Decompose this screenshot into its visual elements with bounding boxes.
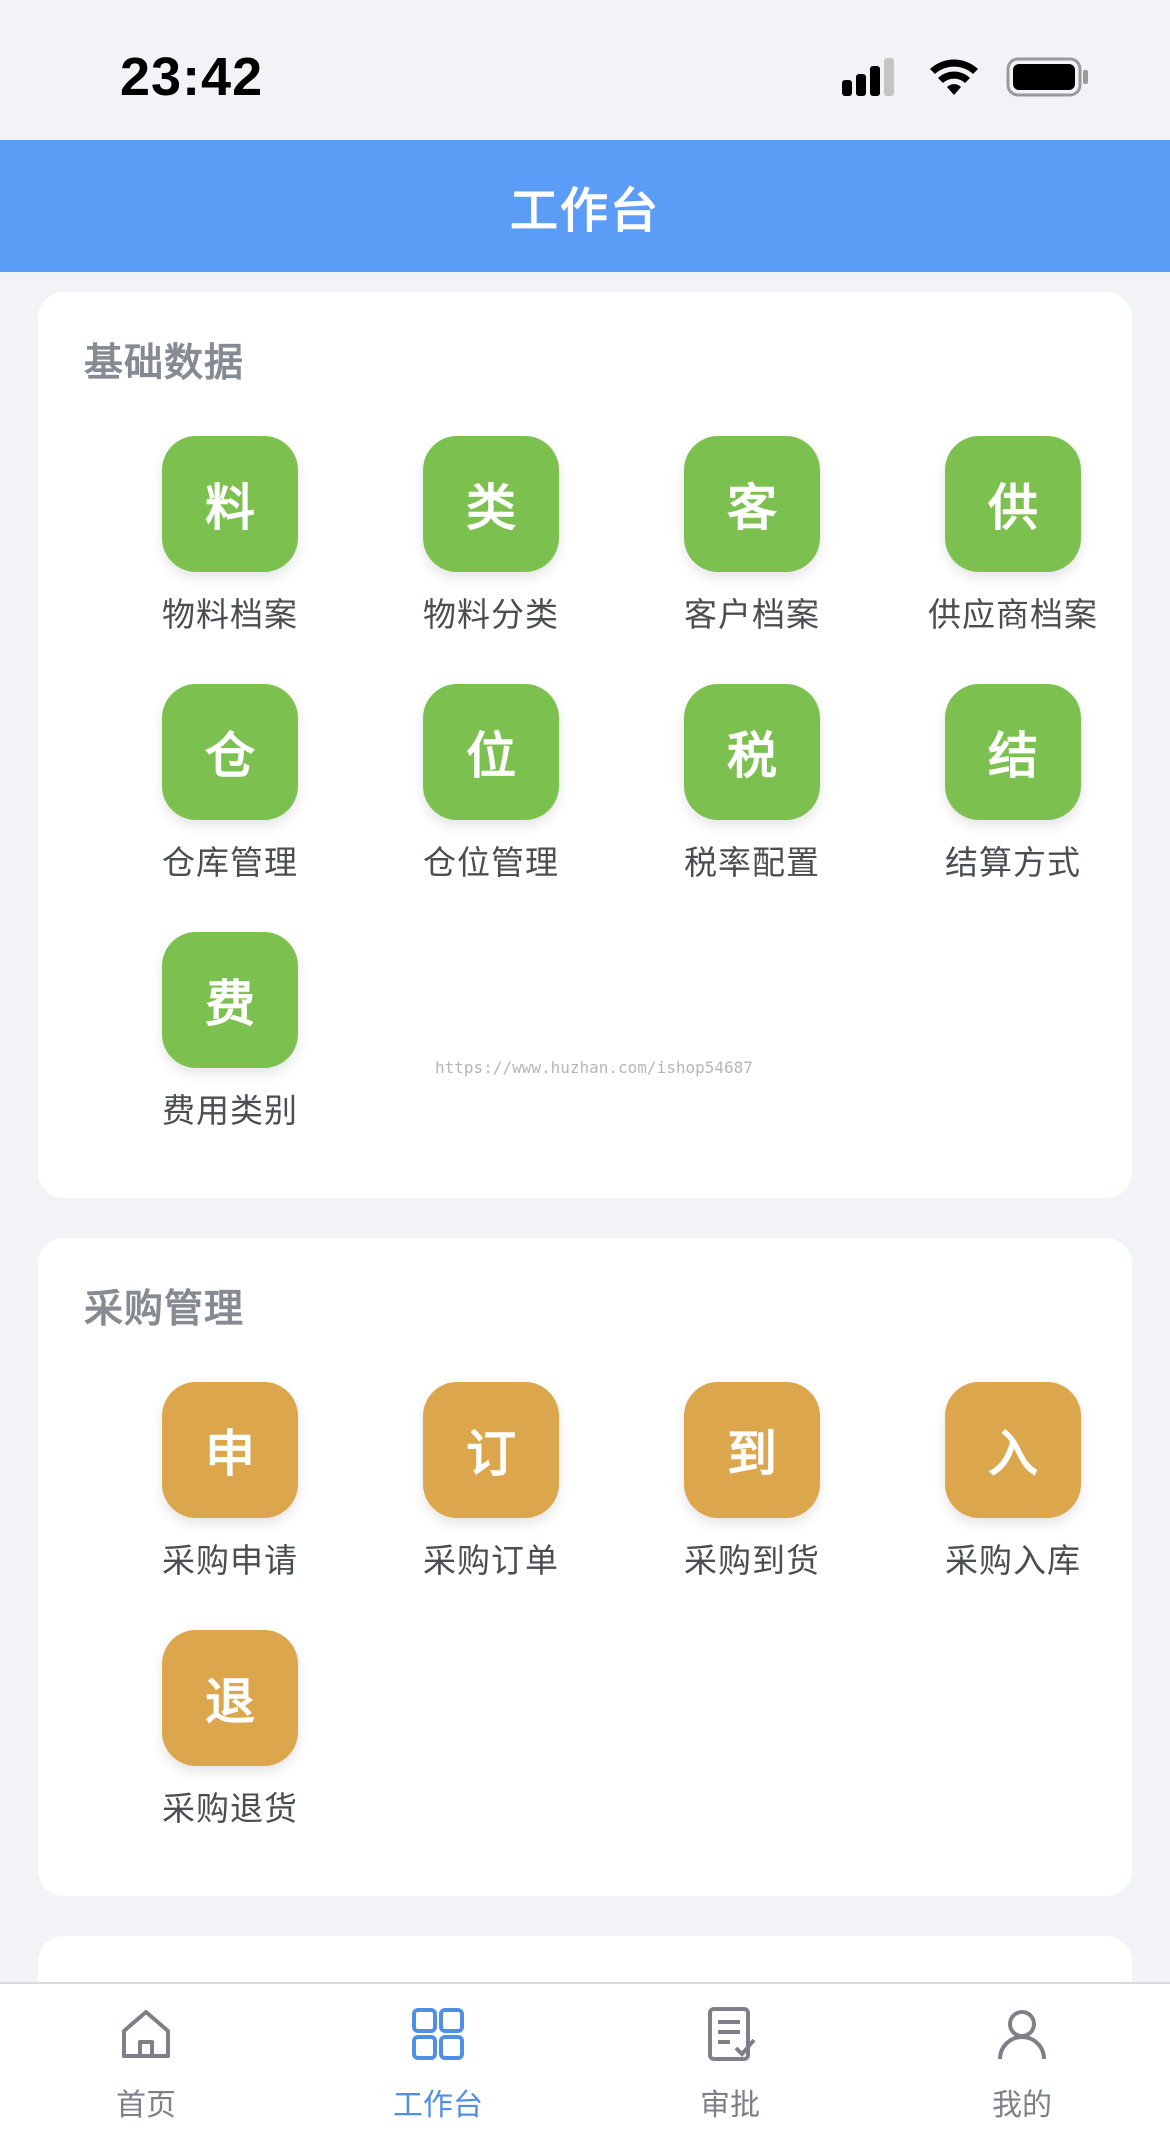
section-title: 采购管理 [84,1287,245,1332]
tab-label: 审批 [700,2088,760,2123]
grid-item-material-category[interactable]: 类 物料分类 [361,436,621,656]
tab-workbench[interactable]: 工作台 [292,1984,584,2134]
user-icon [998,2010,1046,2060]
approval-icon [708,2007,756,2061]
grid-item-purchase-order[interactable]: 订 采购订单 [361,1382,621,1602]
grid-item-supplier-file[interactable]: 供 供应商档案 [883,436,1143,656]
tab-mine[interactable]: 我的 [876,1984,1168,2134]
purchase-inbound-icon: 入 [945,1382,1081,1518]
grid-icon [412,2008,464,2060]
grid-item-purchase-request[interactable]: 申 采购申请 [100,1382,360,1602]
purchase-arrival-icon: 到 [684,1382,820,1518]
purchase-request-icon: 申 [162,1382,298,1518]
tax-rate-config-icon: 税 [684,684,820,820]
tab-label: 首页 [116,2088,176,2123]
material-file-icon: 料 [162,436,298,572]
settlement-method-icon: 结 [945,684,1081,820]
section-title: 基础数据 [84,341,245,386]
grid-item-label: 客户档案 [684,595,820,634]
grid-item-settlement-method[interactable]: 结 结算方式 [883,684,1143,904]
nav-header: 工作台 [0,140,1170,272]
grid-item-label: 费用类别 [162,1091,298,1130]
supplier-file-icon: 供 [945,436,1081,572]
home-icon [122,2010,170,2058]
grid-item-purchase-inbound[interactable]: 入 采购入库 [883,1382,1143,1602]
section-purchase-management: 采购管理 申 采购申请 订 采购订单 到 采购到货 入 采购入库 退 采购退货 [38,1238,1132,1896]
grid-item-label: 采购到货 [684,1541,820,1580]
grid-item-customer-file[interactable]: 客 客户档案 [622,436,882,656]
status-icons [842,52,1090,102]
expense-category-icon: 费 [162,932,298,1068]
grid-item-label: 采购订单 [423,1541,559,1580]
tab-home[interactable]: 首页 [0,1984,292,2134]
grid-item-expense-category[interactable]: 费 费用类别 [100,932,360,1152]
grid-item-label: 采购入库 [945,1541,1081,1580]
grid-item-material-file[interactable]: 料 物料档案 [100,436,360,656]
grid-item-label: 物料档案 [162,595,298,634]
customer-file-icon: 客 [684,436,820,572]
grid-item-label: 采购退货 [162,1789,298,1828]
grid-item-label: 税率配置 [684,843,820,882]
grid-item-label: 仓库管理 [162,843,298,882]
tab-label: 工作台 [393,2088,483,2123]
battery-icon [1006,57,1088,97]
status-time: 23:42 [120,47,264,107]
grid-item-tax-rate-config[interactable]: 税 税率配置 [622,684,882,904]
material-category-icon: 类 [423,436,559,572]
page-title: 工作台 [509,183,660,239]
warehouse-management-icon: 仓 [162,684,298,820]
tab-approval[interactable]: 审批 [584,1984,876,2134]
grid-item-label: 采购申请 [162,1541,298,1580]
bottom-tab-bar: 首页 工作台 审批 我的 [0,1982,1170,2139]
grid-item-label: 物料分类 [423,595,559,634]
grid-item-label: 仓位管理 [423,843,559,882]
wifi-icon [930,59,978,95]
purchase-order-icon: 订 [423,1382,559,1518]
purchase-return-icon: 退 [162,1630,298,1766]
grid-item-purchase-arrival[interactable]: 到 采购到货 [622,1382,882,1602]
grid-item-warehouse-management[interactable]: 仓 仓库管理 [100,684,360,904]
grid-item-label: 结算方式 [945,843,1081,882]
location-management-icon: 位 [423,684,559,820]
grid-item-purchase-return[interactable]: 退 采购退货 [100,1630,360,1850]
status-bar: 23:42 [0,0,1170,140]
tab-label: 我的 [992,2088,1052,2123]
grid-item-label: 供应商档案 [928,595,1098,634]
grid-item-location-management[interactable]: 位 仓位管理 [361,684,621,904]
watermark-text: https://www.huzhan.com/ishop54687 [435,1058,753,1077]
cellular-signal-icon [842,58,894,96]
